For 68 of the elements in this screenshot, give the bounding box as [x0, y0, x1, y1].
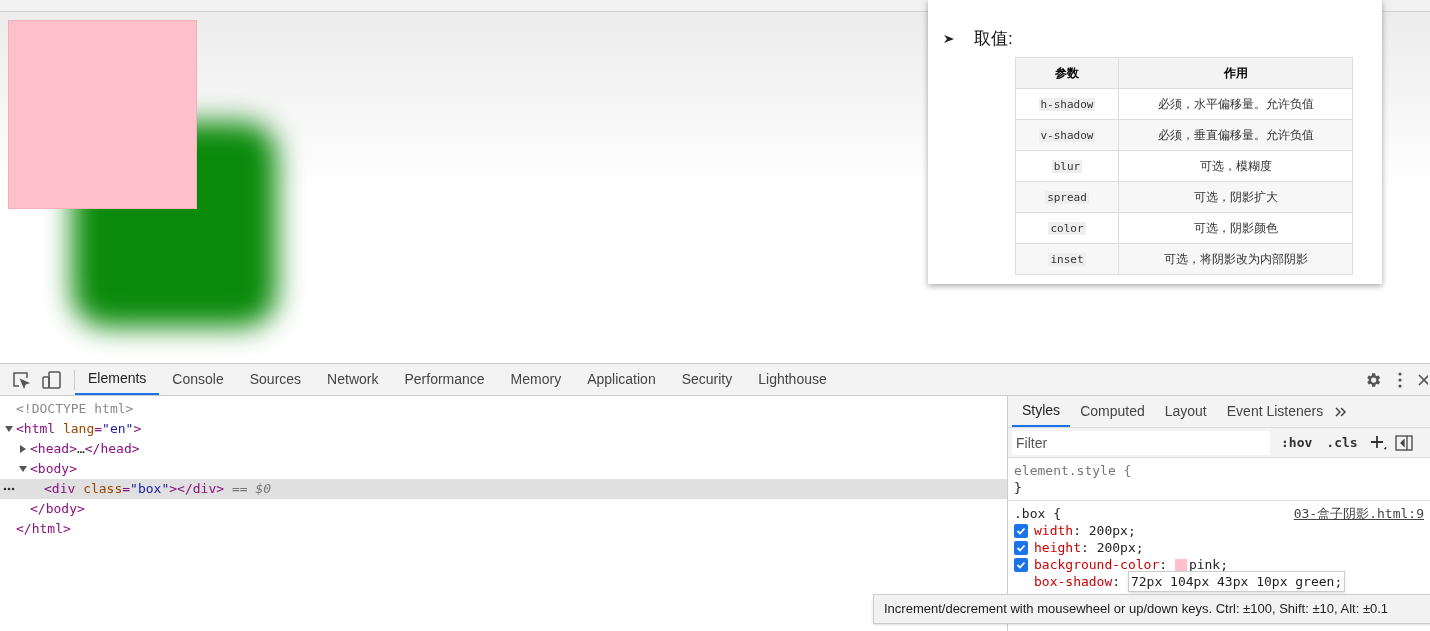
- column-header: 作用: [1223, 66, 1248, 80]
- plus-icon[interactable]: [1368, 433, 1387, 452]
- parameter-name: color: [1048, 221, 1086, 235]
- more-options-icon[interactable]: [1398, 371, 1402, 388]
- parameter-name: inset: [1048, 252, 1086, 266]
- toolbar-toggle[interactable]: .cls: [1323, 432, 1361, 453]
- dom-node-text: </body>: [30, 500, 85, 519]
- slide-heading: 取值:: [974, 28, 1013, 51]
- checkmark-icon: [1016, 542, 1026, 553]
- css-selector: element.style {: [1014, 461, 1132, 480]
- table-cell: 必须，水平偏移量。允许负值: [1157, 97, 1314, 111]
- property-checkbox[interactable]: [1014, 523, 1028, 538]
- table-cell: 可选，模糊度: [1199, 159, 1272, 173]
- checkmark-icon: [1016, 559, 1026, 570]
- css-selector: .box {: [1014, 504, 1061, 523]
- dom-node-text: </html>: [16, 520, 71, 539]
- expanded-triangle-icon[interactable]: [19, 465, 27, 473]
- selected-node-marker: == $0: [232, 480, 272, 499]
- sidebar-toggle-icon[interactable]: [1394, 434, 1413, 451]
- sidebar-tab[interactable]: Event Listeners: [1216, 396, 1334, 427]
- panel-tab[interactable]: Security: [668, 364, 746, 395]
- panel-tab[interactable]: Performance: [391, 364, 498, 395]
- panel-tab[interactable]: Memory: [497, 364, 575, 395]
- table-cell: 必须，垂直偏移量。允许负值: [1157, 128, 1314, 142]
- dom-node-text: <html lang="en">: [16, 420, 142, 439]
- column-header: 参数: [1055, 66, 1079, 80]
- source-link[interactable]: 03-盒子阴影.html:9: [1293, 503, 1424, 524]
- css-property-name: box-shadow:: [1034, 572, 1122, 591]
- checkmark-icon: [1016, 525, 1026, 536]
- expanded-triangle-icon[interactable]: [5, 425, 13, 433]
- panel-tab[interactable]: Lighthouse: [745, 364, 840, 395]
- css-brace: }: [1014, 478, 1022, 497]
- parameter-name: blur: [1051, 159, 1083, 173]
- dom-node-text: <!DOCTYPE html>: [16, 400, 134, 419]
- inspect-icon[interactable]: [12, 370, 30, 389]
- tooltip: Increment/decrement with mousewheel or up/down keys. Ctrl: ±100, Shift: ±10, Alt: ±0.1: [873, 594, 1430, 624]
- more-tabs-chevron-icon[interactable]: [1335, 406, 1348, 417]
- dom-node-line[interactable]: <body>: [0, 459, 1007, 479]
- arrowhead-bullet-icon: [944, 34, 954, 44]
- dom-node-text: <body>: [30, 460, 77, 479]
- panel-tab[interactable]: Network: [314, 364, 392, 395]
- parameter-name: v-shadow: [1038, 128, 1096, 142]
- panel-tab[interactable]: Elements: [75, 364, 160, 395]
- parameter-name: h-shadow: [1038, 97, 1096, 111]
- collapsed-triangle-icon[interactable]: [19, 445, 27, 453]
- close-icon[interactable]: [1418, 373, 1428, 386]
- dom-node-line[interactable]: <!DOCTYPE html>: [0, 399, 1007, 419]
- dom-node-line[interactable]: <head>…</head>: [0, 439, 1007, 459]
- sidebar-tab[interactable]: Computed: [1070, 396, 1155, 427]
- css-value-input[interactable]: 72px 104px 43px 10px green;: [1127, 570, 1346, 593]
- panel-tab[interactable]: Console: [159, 364, 237, 395]
- table-cell: 可选，阴影颜色: [1193, 221, 1278, 235]
- sidebar-tab[interactable]: Layout: [1154, 396, 1217, 427]
- table-cell: 可选，将阴影改为内部阴影: [1163, 252, 1308, 266]
- dom-node-text: <head>…</head>: [30, 440, 140, 459]
- color-swatch[interactable]: [1174, 558, 1187, 571]
- property-checkbox[interactable]: [1014, 557, 1028, 572]
- property-checkbox[interactable]: [1014, 540, 1028, 555]
- table-cell: 可选，阴影扩大: [1193, 190, 1278, 204]
- dom-node-text: <div class="box"></div>: [44, 480, 225, 499]
- dom-node-line[interactable]: <html lang="en">: [0, 419, 1007, 439]
- more-icon[interactable]: [3, 487, 15, 491]
- toolbar-toggle[interactable]: :hov: [1278, 432, 1316, 453]
- filter-field[interactable]: Filter: [1012, 430, 1270, 455]
- panel-tab[interactable]: Sources: [236, 364, 315, 395]
- device-toolbar-icon[interactable]: [42, 370, 62, 389]
- panel-tab[interactable]: Application: [574, 364, 669, 395]
- parameter-name: spread: [1045, 190, 1089, 204]
